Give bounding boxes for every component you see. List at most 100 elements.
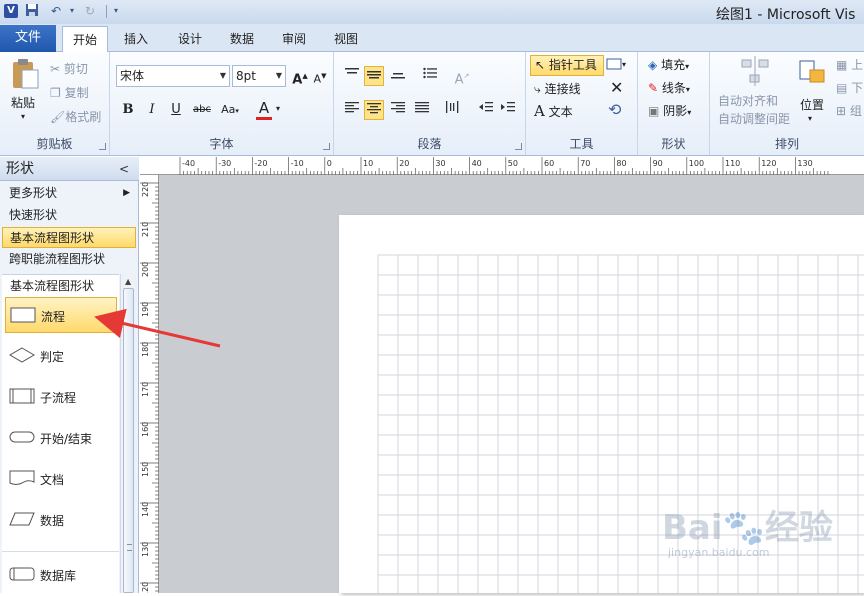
position-dropdown-icon[interactable]: ▾ [808,114,812,123]
strikethrough-button[interactable]: abc [190,100,214,120]
shrink-font-button[interactable]: A▼ [310,66,330,86]
tab-review[interactable]: 审阅 [274,26,314,52]
position-button[interactable]: 位置 ▾ [798,56,828,126]
paste-button[interactable]: 粘贴 ▾ [8,58,44,128]
shadow-button[interactable]: ▣ 阴影▾ [648,102,691,119]
shadow-label: 阴影 [663,104,688,118]
fill-button[interactable]: ◈ 填充▾ [648,56,689,73]
ruler-label: 80 [616,159,626,168]
ruler-label: 120 [141,582,150,593]
shape-terminator[interactable]: 开始/结束 [5,420,117,456]
ruler-label: 200 [141,262,150,277]
group-label: 组 [849,104,862,118]
increase-indent-button[interactable] [498,100,518,120]
redo-icon[interactable]: ↻ [82,3,98,19]
auto-adjust-label: 自动调整间距 [718,112,791,126]
pointer-tool-button[interactable]: ↖ 指针工具 [530,55,604,76]
rotate-icon[interactable]: ⟲ [608,100,621,119]
ruler-label: 170 [141,382,150,397]
database-shape-icon [9,567,35,581]
tab-view[interactable]: 视图 [326,26,366,52]
visio-logo-icon[interactable]: V [4,4,18,18]
font-size-select[interactable]: 8pt ▼ [232,65,286,87]
font-size-value: 8pt [236,69,256,83]
distribute-button[interactable] [442,100,462,120]
send-backward-icon: ▤ [836,81,848,95]
cut-button[interactable]: ✂ 剪切 [50,60,88,77]
align-middle-icon [367,71,381,79]
group-button[interactable]: ⊞ 组 [836,102,862,119]
shape-data[interactable]: 数据 [5,502,117,538]
shape-document[interactable]: 文档 [5,461,117,497]
align-left-icon [345,102,359,113]
shape-process[interactable]: 流程 [5,297,117,333]
change-case-button[interactable]: Aa▾ [216,100,244,120]
customize-quick-access-icon[interactable]: ▾ [108,3,124,19]
bullets-button[interactable] [420,66,440,86]
close-connection-icon[interactable]: ✕ [610,78,623,97]
panel-item-more-shapes[interactable]: 更多形状 ▶ [2,183,136,204]
italic-button[interactable]: I [142,100,162,120]
scrollbar-thumb[interactable] [123,288,134,593]
decrease-indent-button[interactable] [476,100,496,120]
tab-insert[interactable]: 插入 [116,26,156,52]
ruler-label: 30 [435,159,445,168]
paragraph-launcher-icon[interactable] [515,143,522,150]
bold-button[interactable]: B [118,100,138,120]
align-middle-button[interactable] [364,66,384,86]
save-icon[interactable] [24,3,40,19]
text-direction-button[interactable]: A↗ [452,66,472,87]
tab-data[interactable]: 数据 [222,26,262,52]
increase-indent-icon [501,102,515,112]
undo-dropdown-icon[interactable]: ▾ [64,3,80,19]
more-shapes-label: 更多形状 [9,186,58,200]
tab-design[interactable]: 设计 [170,26,210,52]
fill-bucket-icon: ◈ [648,58,658,72]
tools-group-label: 工具 [569,137,594,151]
panel-item-quick-shapes[interactable]: 快速形状 [2,205,136,226]
shape-subprocess[interactable]: 子流程 [5,379,117,415]
chevron-down-icon: ▾ [685,62,690,71]
quick-access-separator [106,5,107,18]
connector-icon: ⤷ [534,82,541,96]
collapse-panel-icon[interactable]: < [119,157,129,181]
copy-button[interactable]: ❐ 复制 [50,84,89,101]
scroll-up-icon[interactable]: ▲ [125,277,131,286]
justify-button[interactable] [412,100,432,120]
rectangle-tool-button[interactable]: ▾ [606,56,626,70]
vertical-ruler: 220 210 200 190 180 170 160 150 140 130 120 [140,175,159,596]
send-backward-button[interactable]: ▤ 下 [836,79,863,96]
text-tool-button[interactable]: A 文本 [534,102,573,120]
align-center-button[interactable] [364,100,384,120]
align-bottom-button[interactable] [388,66,408,86]
paste-dropdown-icon[interactable]: ▾ [21,112,25,121]
grow-font-button[interactable]: A▲ [290,66,310,87]
align-top-button[interactable] [342,66,362,86]
panel-item-basic-flowchart[interactable]: 基本流程图形状 [2,227,136,248]
align-right-button[interactable] [388,100,408,120]
format-painter-button[interactable]: 🖌格式刷 [50,108,101,125]
auto-align-button[interactable]: 自动对齐和 自动调整间距 [716,56,796,126]
font-color-dropdown-icon[interactable]: ▾ [276,104,280,113]
align-left-button[interactable] [342,100,362,120]
font-launcher-icon[interactable] [323,143,330,150]
panel-item-cross-functional[interactable]: 跨职能流程图形状 [2,249,136,270]
line-button[interactable]: ✎ 线条▾ [648,79,690,96]
stencil-scrollbar[interactable]: ▲ [120,274,136,593]
shape-decision[interactable]: 判定 [5,338,117,374]
tab-home[interactable]: 开始 [62,26,108,53]
shape-terminator-label: 开始/结束 [40,432,93,446]
shape-data-label: 数据 [40,514,65,528]
undo-icon[interactable]: ↶ [48,3,64,19]
font-name-select[interactable]: 宋体 ▼ [116,65,230,87]
bring-forward-button[interactable]: ▦ 上 [836,56,863,73]
clipboard-launcher-icon[interactable] [99,143,106,150]
font-color-button[interactable]: A [254,98,274,120]
font-group-label: 字体 [209,137,234,151]
shape-database[interactable]: 数据库 [5,557,117,593]
tab-file[interactable]: 文件 [0,25,56,52]
connector-button[interactable]: ⤷ 连接线 [534,80,581,97]
underline-button[interactable]: U [166,100,186,120]
shape-group: ◈ 填充▾ ✎ 线条▾ ▣ 阴影▾ 形状 [638,52,710,155]
ruler-label: 130 [797,159,812,168]
